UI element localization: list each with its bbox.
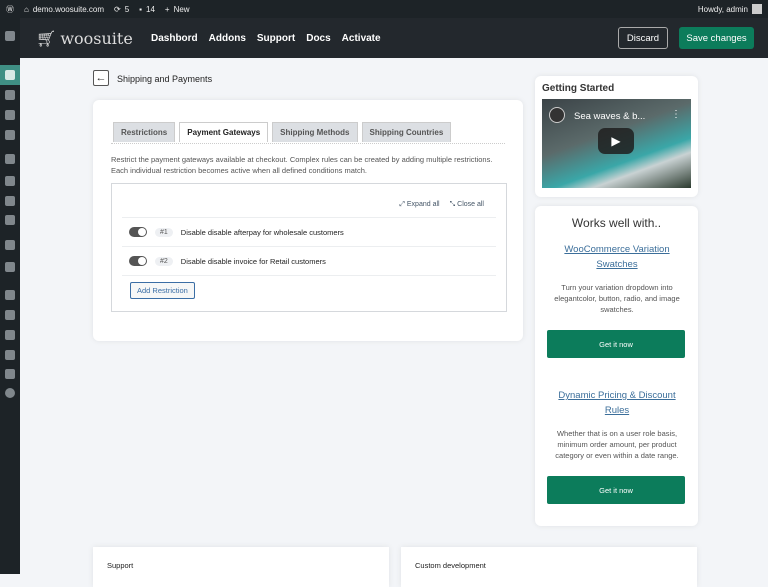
product-description: Turn your variation dropdown into elegan… — [554, 283, 680, 314]
restrictions-card: Restrictions Payment Gateways Shipping M… — [93, 100, 523, 341]
admin-bar: Ⓦ ⌂ demo.woosuite.com ⟳ 5 ▪ 14 + New Howdy, … — [0, 0, 768, 18]
home-icon: ⌂ — [24, 4, 29, 14]
appearance-icon[interactable] — [5, 290, 15, 300]
more-icon[interactable]: ⋮ — [671, 109, 681, 120]
cart-icon: 🛒︎ — [36, 28, 57, 48]
back-arrow-icon[interactable]: ← — [93, 70, 109, 86]
products-icon[interactable] — [5, 176, 15, 186]
product-description: Whether that is on a user role basis, mi… — [555, 429, 679, 460]
custom-development-title: Custom development — [415, 561, 486, 570]
nav-addons[interactable]: Addons — [209, 33, 246, 44]
product-link[interactable]: Dynamic Pricing & Discount Rules — [549, 388, 685, 418]
play-icon[interactable]: ▶ — [598, 128, 634, 154]
updates-icon: ⟳ — [114, 4, 121, 14]
posts-icon[interactable] — [5, 90, 15, 100]
wordpress-logo-icon[interactable]: Ⓦ — [6, 4, 14, 15]
marketing-icon[interactable] — [5, 215, 15, 225]
restriction-row[interactable]: #1 Disable disable afterpay for wholesal… — [122, 217, 496, 246]
nav-docs[interactable]: Docs — [306, 33, 330, 44]
support-card: Support — [93, 547, 389, 587]
woocommerce-icon[interactable] — [5, 154, 15, 164]
tab-restrictions[interactable]: Restrictions — [113, 122, 176, 142]
expand-all-link[interactable]: ⤢ Expand all — [399, 201, 439, 209]
get-it-now-button[interactable]: Get it now — [547, 476, 685, 504]
description: Restrict the payment gateways available … — [111, 155, 493, 175]
getting-started-card: Getting Started Sea waves & b... ⋮ ▶ — [535, 76, 698, 197]
comment-icon: ▪ — [139, 4, 142, 14]
comments-link[interactable]: ▪ 14 — [139, 5, 155, 14]
list-tools: ⤢ Expand all ⤡ Close all — [399, 201, 484, 209]
restriction-label: Disable disable afterpay for wholesale c… — [180, 227, 344, 237]
support-title: Support — [107, 561, 134, 570]
getting-started-title: Getting Started — [542, 83, 615, 94]
page-title: Shipping and Payments — [117, 74, 213, 84]
tab-shipping-countries[interactable]: Shipping Countries — [361, 122, 452, 142]
discard-button[interactable]: Discard — [618, 27, 668, 49]
channel-avatar — [549, 107, 565, 123]
nav-activate[interactable]: Activate — [342, 33, 381, 44]
video-title: Sea waves & b... — [574, 111, 646, 122]
plugins-icon[interactable] — [5, 310, 15, 320]
close-all-link[interactable]: ⤡ Close all — [450, 201, 484, 209]
row-divider — [122, 275, 496, 276]
get-it-now-button[interactable]: Get it now — [547, 330, 685, 358]
product-link[interactable]: WooCommerce Variation Swatches — [549, 242, 685, 272]
restriction-number: #1 — [155, 227, 173, 237]
settings-icon[interactable] — [5, 369, 15, 379]
nav-dashboard[interactable]: Dashbord — [151, 33, 198, 44]
analytics-icon[interactable] — [5, 196, 15, 206]
tab-payment-gateways[interactable]: Payment Gateways — [179, 122, 269, 142]
plus-icon: + — [164, 4, 170, 14]
avatar — [752, 4, 762, 14]
woosuite-logo[interactable]: 🛒︎ woosuite — [36, 29, 151, 48]
video-player[interactable]: Sea waves & b... ⋮ ▶ — [542, 99, 691, 188]
comments-icon[interactable] — [5, 130, 15, 140]
custom-development-card: Custom development — [401, 547, 697, 587]
woosuite-icon[interactable] — [5, 70, 15, 80]
updates-link[interactable]: ⟳ 5 — [114, 5, 129, 14]
account-menu[interactable]: Howdy, admin — [698, 4, 762, 14]
globe-icon[interactable] — [5, 240, 15, 250]
restriction-number: #2 — [155, 256, 173, 266]
collapse-icon[interactable] — [5, 388, 15, 398]
site-link[interactable]: ⌂ demo.woosuite.com — [24, 5, 104, 14]
restriction-list: ⤢ Expand all ⤡ Close all #1 Disable disa… — [111, 183, 507, 312]
add-restriction-button[interactable]: Add Restriction — [130, 282, 195, 299]
tools-icon[interactable] — [5, 350, 15, 360]
users-icon[interactable] — [5, 330, 15, 340]
admin-sidebar — [0, 18, 20, 574]
media-icon[interactable] — [5, 110, 15, 120]
enable-toggle[interactable] — [129, 256, 147, 266]
dashboard-icon[interactable] — [5, 31, 15, 41]
tab-shipping-methods[interactable]: Shipping Methods — [272, 122, 358, 142]
app-header: 🛒︎ woosuite Dashbord Addons Support Docs Acti… — [20, 18, 768, 58]
folder-icon[interactable] — [5, 262, 15, 272]
nav-support[interactable]: Support — [257, 33, 295, 44]
works-well-title: Works well with.. — [571, 216, 662, 230]
restriction-label: Disable disable invoice for Retail custo… — [180, 256, 326, 266]
save-changes-button[interactable]: Save changes — [679, 27, 754, 49]
new-link[interactable]: + New — [165, 5, 190, 14]
tab-bar: Restrictions Payment Gateways Shipping M… — [113, 122, 452, 142]
works-well-card: Works well with.. WooCommerce Variation … — [535, 206, 698, 526]
main-nav: Dashbord Addons Support Docs Activate — [151, 33, 392, 44]
restriction-row[interactable]: #2 Disable disable invoice for Retail cu… — [122, 246, 496, 275]
tab-divider — [111, 143, 505, 144]
enable-toggle[interactable] — [129, 227, 147, 237]
